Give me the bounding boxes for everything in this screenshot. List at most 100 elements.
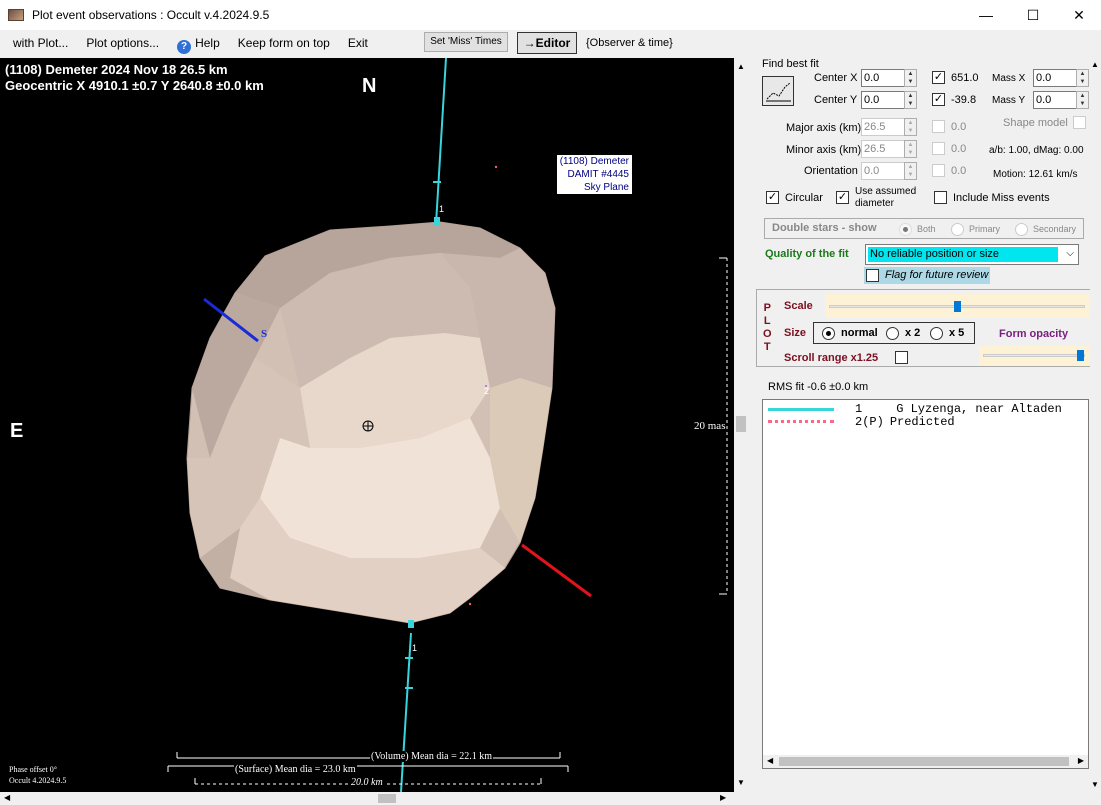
legend-scroll-right-icon[interactable]: ▶ [1078,756,1084,765]
use-assumed-line1: Use assumed [855,186,917,197]
version-label: Occult 4.2024.9.5 [9,776,67,785]
menu-with-plot[interactable]: with Plot... [4,31,77,55]
plot-canvas[interactable]: (1108) Demeter 2024 Nov 18 26.5 km Geoce… [0,58,734,792]
window-title: Plot event observations : Occult v.4.202… [32,8,270,22]
quality-dropdown[interactable]: No reliable position or size ⌵ [865,244,1079,265]
mass-y-input[interactable]: 0.0 [1033,91,1077,109]
maximize-button[interactable]: ☐ [1010,0,1056,30]
center-y-input[interactable]: 0.0 [861,91,905,109]
legend-scroll-left-icon[interactable]: ◀ [767,756,773,765]
mass-y-label: Mass Y [992,95,1026,106]
plot-letter-o: O [763,328,772,340]
orientation-checkbox[interactable] [932,164,945,177]
scroll-range-checkbox[interactable] [895,351,908,364]
observer-time-label[interactable]: {Observer & time} [586,37,673,49]
help-icon: ? [177,40,192,54]
mass-x-input[interactable]: 0.0 [1033,69,1077,87]
north-label: N [362,75,377,97]
h-scroll-thumb[interactable] [378,794,396,803]
center-x-input[interactable]: 0.0 [861,69,905,87]
panel-scrollbar[interactable]: ▲ ▼ [1090,58,1101,791]
minimize-button[interactable]: — [963,0,1009,30]
observer-legend-list[interactable]: 1 G Lyzenga, near Altaden 2(P) Predicted ◀… [762,399,1089,769]
legend-scroll-thumb[interactable] [779,757,1069,766]
include-miss-checkbox[interactable] [934,191,947,204]
plot-legend: (1108) Demeter DAMIT #4445 Sky Plane [556,155,632,194]
orientation-fit: 0.0 [951,165,967,177]
opacity-slider-thumb[interactable] [1077,350,1084,361]
v-scroll-thumb[interactable] [736,416,746,432]
mass-x-spinner[interactable]: ▲ ▼ [1076,69,1089,87]
menu-help[interactable]: ? Help [168,31,229,55]
panel-scroll-down-icon[interactable]: ▼ [1091,780,1099,789]
legend-line-predicted [768,420,834,423]
legend-object: (1108) Demeter [559,156,629,167]
scale-label: Scale [784,300,813,312]
chord-label-top: 1 [439,204,445,214]
editor-button[interactable]: →Editor [517,32,577,54]
major-axis-fit: 0.0 [951,121,967,133]
form-opacity-slider[interactable] [979,346,1089,366]
secondary-radio[interactable] [1015,223,1028,236]
circular-checkbox[interactable]: ✓ [766,191,779,204]
minor-axis-spinner[interactable]: ▲ ▼ [904,140,917,158]
plot-header-line1: (1108) Demeter 2024 Nov 18 26.5 km [5,62,228,77]
scroll-down-icon[interactable]: ▼ [737,778,745,787]
chord-line-top [435,58,447,225]
form-opacity-label: Form opacity [999,328,1069,340]
east-label: E [10,420,24,442]
flag-review-row[interactable]: Flag for future review [864,267,990,284]
south-label: S [261,328,268,340]
minor-axis-input[interactable]: 26.5 [861,140,905,158]
menu-keep-on-top[interactable]: Keep form on top [229,31,339,55]
fit-y-checkbox[interactable]: ✓ [932,93,945,106]
scroll-right-icon[interactable]: ▶ [720,793,726,802]
legend-h-scrollbar[interactable]: ◀ ▶ [763,755,1088,768]
scale-slider-thumb[interactable] [954,301,961,312]
minor-axis-checkbox[interactable] [932,142,945,155]
use-assumed-line2: diameter [855,198,894,209]
major-axis-checkbox[interactable] [932,120,945,133]
legend-row-1-text: G Lyzenga, near Altaden [896,402,1062,416]
close-button[interactable]: ✕ [1056,0,1101,30]
primary-radio[interactable] [951,223,964,236]
legend-row-2: 2(P) Predicted [855,416,955,429]
orientation-spinner[interactable]: ▲ ▼ [904,162,917,180]
legend-row-2-num: 2(P) [855,415,884,429]
include-miss-label: Include Miss events [953,192,1050,204]
quality-value: No reliable position or size [868,247,1058,262]
center-y-spinner[interactable]: ▲ ▼ [904,91,917,109]
major-axis-input[interactable]: 26.5 [861,118,905,136]
scroll-up-icon[interactable]: ▲ [737,62,745,71]
size-x2-radio[interactable] [886,327,899,340]
plot-horizontal-scrollbar[interactable]: ◀ ▶ [0,792,734,805]
set-miss-times-button[interactable]: Set 'Miss' Times [424,32,508,52]
legend-row-1-num: 1 [855,402,863,416]
use-assumed-label: Use assumed diameter [855,186,916,210]
legend-line-observed [768,408,834,411]
menu-exit[interactable]: Exit [339,31,377,55]
scroll-left-icon[interactable]: ◀ [4,793,10,802]
mass-y-spinner[interactable]: ▲ ▼ [1076,91,1089,109]
size-x5-radio[interactable] [930,327,943,340]
shape-model-checkbox[interactable] [1073,116,1086,129]
find-best-fit-button[interactable] [762,76,794,106]
legend-plane: Sky Plane [583,182,629,193]
plot-vertical-scrollbar[interactable]: ▲ ▼ [734,58,748,792]
both-radio[interactable] [899,223,912,236]
menu-plot-options[interactable]: Plot options... [77,31,168,55]
scale-mas-label: 20 mas [694,420,726,432]
major-axis-spinner[interactable]: ▲ ▼ [904,118,917,136]
size-normal-radio[interactable] [822,327,835,340]
fit-x-checkbox[interactable]: ✓ [932,71,945,84]
chord-label-bottom: 1 [412,643,418,653]
center-x-spinner[interactable]: ▲ ▼ [904,69,917,87]
size-x5-label: x 5 [949,327,965,339]
scale-slider[interactable] [825,294,1089,318]
both-label: Both [917,224,936,234]
orientation-input[interactable]: 0.0 [861,162,905,180]
flag-review-checkbox[interactable] [866,269,879,282]
minor-axis-label: Minor axis (km) [786,144,862,156]
use-assumed-checkbox[interactable]: ✓ [836,191,849,204]
panel-scroll-up-icon[interactable]: ▲ [1091,60,1099,69]
